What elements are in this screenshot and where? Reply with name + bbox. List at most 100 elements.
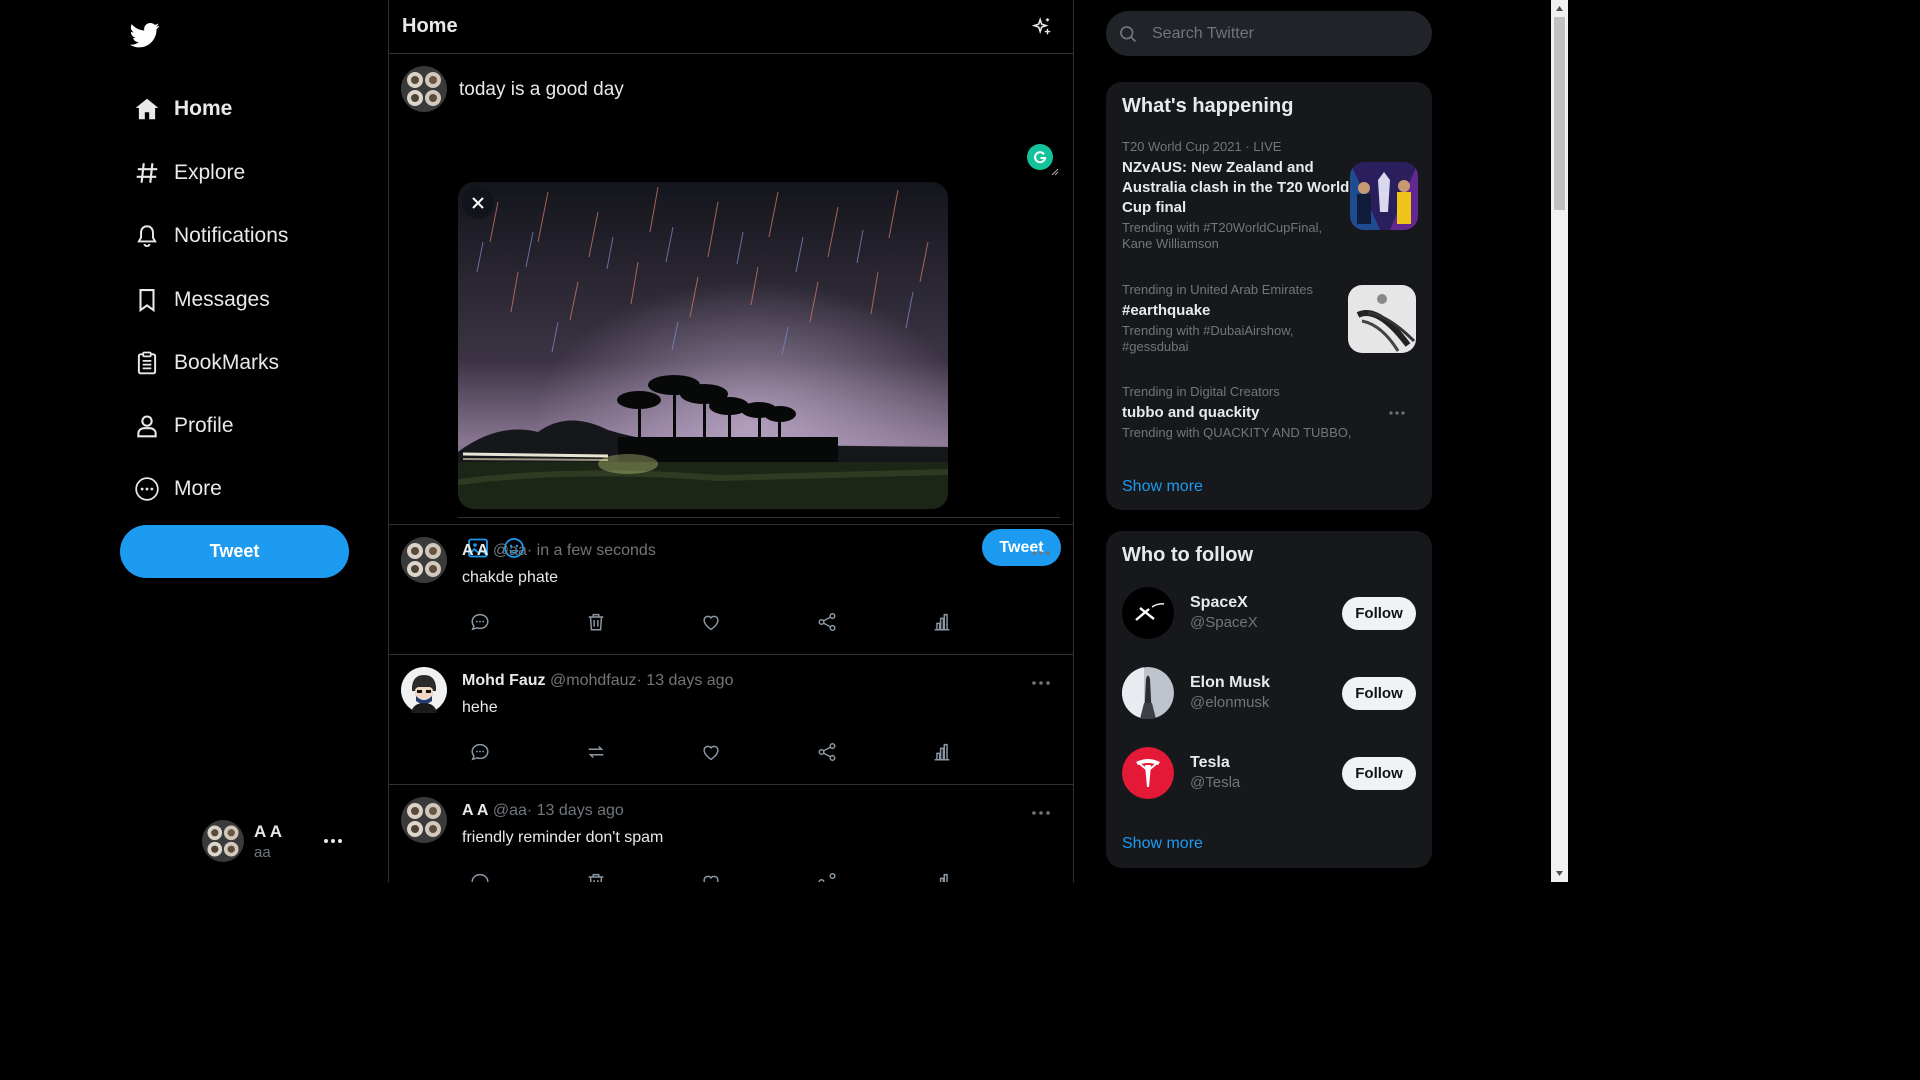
resize-handle-icon[interactable] <box>1051 168 1059 176</box>
tweet-text: chakde phate <box>462 569 559 586</box>
like-icon[interactable] <box>700 611 722 633</box>
sidebar-tweet-button[interactable]: Tweet <box>120 525 349 578</box>
close-icon <box>472 197 484 209</box>
nav-profile-label: Profile <box>174 414 234 437</box>
tweet-timestamp: · in a few seconds <box>526 542 656 559</box>
twitter-logo-icon[interactable] <box>128 20 162 50</box>
retweet-icon[interactable] <box>585 741 607 763</box>
account-handle: aa <box>254 843 271 861</box>
nav-bookmarks-label: BookMarks <box>174 351 280 374</box>
nav-bookmarks[interactable]: BookMarks <box>134 343 279 383</box>
trend-item[interactable]: T20 World Cup 2021 · LIVE NZvAUS: New Ze… <box>1122 139 1350 252</box>
scroll-down-icon[interactable] <box>1555 869 1564 878</box>
account-more-icon[interactable] <box>322 830 344 852</box>
analytics-icon[interactable] <box>931 741 953 763</box>
more-horizontal-icon[interactable] <box>1029 545 1053 561</box>
trend-thumbnail <box>1348 285 1416 353</box>
follow-handle: @Tesla <box>1190 774 1241 791</box>
remove-image-button[interactable] <box>462 187 494 219</box>
trend-title: tubbo and quackity <box>1122 404 1260 421</box>
more-horizontal-icon[interactable] <box>1029 805 1053 821</box>
reply-icon[interactable] <box>469 741 491 763</box>
tweet-item[interactable]: Mohd Fauz @mohdfauz· 13 days ago hehe <box>389 655 1073 785</box>
tweet-text: hehe <box>462 699 498 716</box>
tweet-item[interactable]: A A @aa· 13 days ago friendly reminder d… <box>389 785 1073 882</box>
main-header: Home <box>389 0 1073 54</box>
tweet-timestamp: · 13 days ago <box>636 672 734 689</box>
tweet-author-name[interactable]: A A <box>462 802 488 819</box>
follow-suggestion[interactable]: SpaceX @SpaceX Follow <box>1122 587 1416 641</box>
follow-button[interactable]: Follow <box>1342 597 1416 630</box>
trend-item[interactable]: Trending in Digital Creators tubbo and q… <box>1122 384 1382 441</box>
page-title: Home <box>402 15 458 37</box>
more-horizontal-icon[interactable] <box>1029 675 1053 691</box>
sparkle-icon[interactable] <box>1031 16 1053 38</box>
follow-suggestion[interactable]: Elon Musk @elonmusk Follow <box>1122 667 1416 721</box>
nav-explore[interactable]: Explore <box>134 153 245 193</box>
share-icon[interactable] <box>816 741 838 763</box>
nav-messages-label: Messages <box>174 288 270 311</box>
trash-icon[interactable] <box>585 871 607 882</box>
search-icon <box>1120 25 1137 42</box>
scroll-up-icon[interactable] <box>1555 4 1564 13</box>
show-more-trends-link[interactable]: Show more <box>1122 478 1203 496</box>
nav-more-label: More <box>174 477 222 500</box>
tweet-header: Mohd Fauz @mohdfauz· 13 days ago <box>462 672 733 690</box>
composer-input[interactable] <box>459 70 1049 110</box>
analytics-icon[interactable] <box>931 611 953 633</box>
account-info: A A aa <box>254 822 282 861</box>
nav-home[interactable]: Home <box>134 89 232 129</box>
bell-icon <box>134 223 160 249</box>
home-icon <box>134 96 160 122</box>
bookmark-icon <box>134 287 160 313</box>
trend-subtitle: Trending with #DubaiAirshow, #gessdubai <box>1122 323 1294 354</box>
who-to-follow-panel: Who to follow SpaceX @SpaceX Follow Elon… <box>1106 531 1432 868</box>
nav-home-label: Home <box>174 97 233 120</box>
tweet-header: A A @aa· in a few seconds <box>462 542 656 560</box>
search-input[interactable] <box>1152 24 1402 43</box>
like-icon[interactable] <box>700 741 722 763</box>
nav-notifications[interactable]: Notifications <box>134 216 288 256</box>
tweet-actions <box>469 871 969 882</box>
share-icon[interactable] <box>816 871 838 882</box>
follow-suggestion[interactable]: Tesla @Tesla Follow <box>1122 747 1416 801</box>
reply-icon[interactable] <box>469 871 491 882</box>
reply-icon[interactable] <box>469 611 491 633</box>
analytics-icon[interactable] <box>931 871 953 882</box>
avatar <box>401 66 447 112</box>
follow-button[interactable]: Follow <box>1342 677 1416 710</box>
tweet-author-name[interactable]: A A <box>462 542 488 559</box>
trend-title: NZvAUS: New Zealand and Australia clash … <box>1122 159 1350 216</box>
scrollbar-thumb[interactable] <box>1554 17 1565 210</box>
page-scrollbar[interactable] <box>1551 0 1568 882</box>
tweet-author-name[interactable]: Mohd Fauz <box>462 672 546 689</box>
tweet-item[interactable]: A A @aa· in a few seconds chakde phate <box>389 525 1073 655</box>
tweet-author-handle: @mohdfauz <box>550 672 637 689</box>
show-more-follow-link[interactable]: Show more <box>1122 835 1203 853</box>
nav-more[interactable]: More <box>134 469 222 509</box>
follow-button[interactable]: Follow <box>1342 757 1416 790</box>
trend-meta: Trending in Digital Creators <box>1122 384 1280 399</box>
grammarly-icon[interactable] <box>1027 144 1053 170</box>
trend-item[interactable]: Trending in United Arab Emirates #earthq… <box>1122 282 1342 355</box>
account-name: A A <box>254 821 283 841</box>
trash-icon[interactable] <box>585 611 607 633</box>
nav-profile[interactable]: Profile <box>134 406 234 446</box>
nav-messages[interactable]: Messages <box>134 280 270 320</box>
avatar <box>401 667 447 713</box>
avatar <box>202 820 244 862</box>
more-horizontal-icon[interactable] <box>1388 409 1406 417</box>
search-bar[interactable] <box>1106 11 1432 56</box>
trend-meta: Trending in United Arab Emirates <box>1122 282 1314 297</box>
tweet-actions <box>469 611 969 635</box>
avatar <box>1122 587 1174 639</box>
follow-handle: @elonmusk <box>1190 694 1270 711</box>
account-switcher[interactable]: A A aa <box>202 820 282 862</box>
left-sidebar: Home Explore Notifications Messages Book… <box>0 0 388 882</box>
nav-explore-label: Explore <box>174 161 246 184</box>
avatar <box>401 537 447 583</box>
trend-thumbnail <box>1350 162 1418 230</box>
share-icon[interactable] <box>816 611 838 633</box>
avatar <box>401 797 447 843</box>
like-icon[interactable] <box>700 871 722 882</box>
